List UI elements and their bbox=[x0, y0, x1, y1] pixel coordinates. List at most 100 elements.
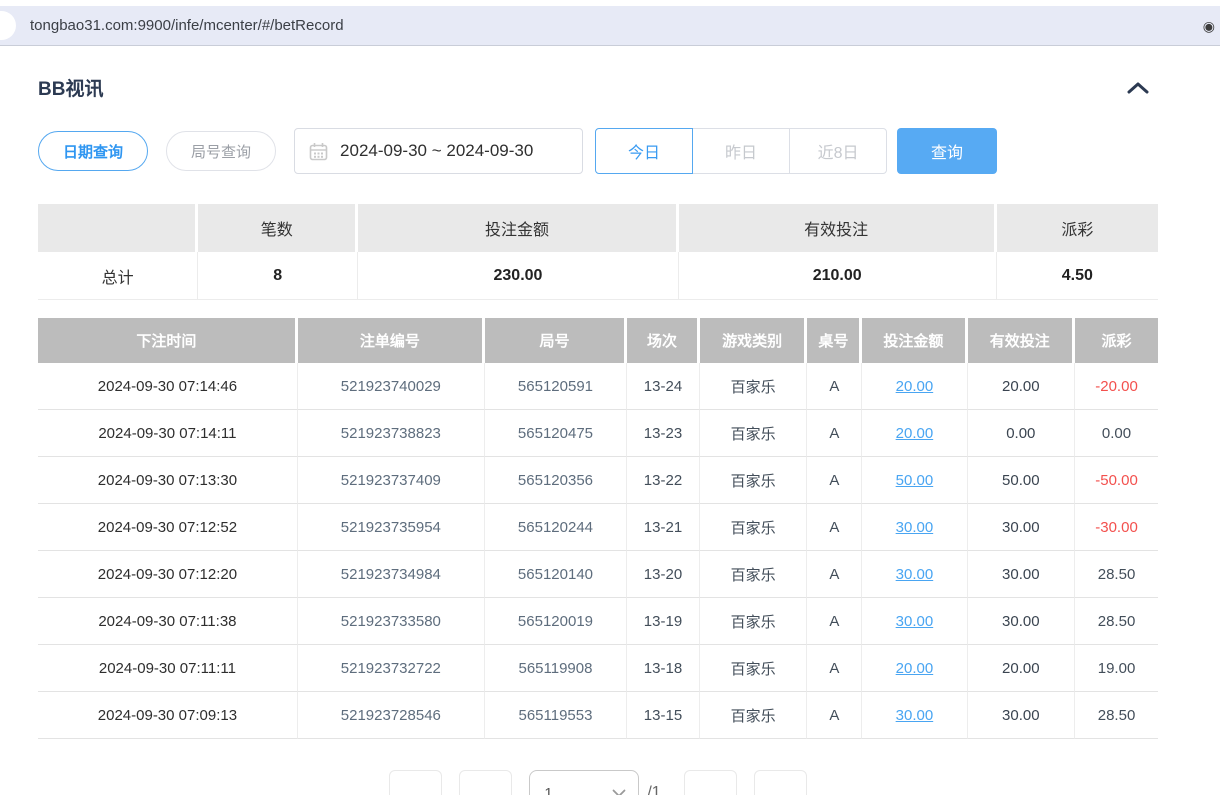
cell-game: 百家乐 bbox=[700, 692, 808, 739]
pagination: ◀◀ ◀ 1 /1 ▶ ▶▶ bbox=[38, 770, 1158, 795]
summary-total-bet-amount: 230.00 bbox=[358, 252, 678, 300]
cell-valid-bet: 20.00 bbox=[968, 363, 1076, 410]
cell-game: 百家乐 bbox=[700, 645, 808, 692]
page-total-label: /1 bbox=[647, 770, 660, 795]
cell-valid-bet: 30.00 bbox=[968, 598, 1076, 645]
cell-session: 13-21 bbox=[627, 504, 700, 551]
cell-table-no: A bbox=[807, 551, 862, 598]
cell-bet-amount: 30.00 bbox=[862, 504, 967, 551]
bet-amount-link[interactable]: 20.00 bbox=[896, 425, 934, 442]
cell-game: 百家乐 bbox=[700, 504, 808, 551]
bet-amount-link[interactable]: 30.00 bbox=[896, 519, 934, 536]
cell-time: 2024-09-30 07:12:20 bbox=[38, 551, 298, 598]
cell-payout: 28.50 bbox=[1075, 551, 1158, 598]
last-page-button[interactable]: ▶▶ bbox=[754, 770, 807, 795]
cell-valid-bet: 0.00 bbox=[968, 410, 1076, 457]
search-button[interactable]: 查询 bbox=[897, 128, 997, 174]
bet-amount-link[interactable]: 20.00 bbox=[896, 660, 934, 677]
table-row: 2024-09-30 07:14:46521923740029565120591… bbox=[38, 363, 1158, 410]
calendar-icon bbox=[309, 142, 328, 161]
cell-payout: 0.00 bbox=[1075, 410, 1158, 457]
cell-round: 565120591 bbox=[485, 363, 627, 410]
page-select-value: 1 bbox=[544, 785, 552, 795]
summary-header-valid-bet: 有效投注 bbox=[679, 204, 997, 252]
cell-valid-bet: 20.00 bbox=[968, 645, 1076, 692]
quick-range-昨日[interactable]: 昨日 bbox=[692, 128, 790, 174]
browser-url-bar: tongbao31.com:9900/infe/mcenter/#/betRec… bbox=[0, 6, 1220, 46]
records-header-cell: 有效投注 bbox=[968, 318, 1076, 363]
cell-session: 13-22 bbox=[627, 457, 700, 504]
table-row: 2024-09-30 07:11:11521923732722565119908… bbox=[38, 645, 1158, 692]
cell-payout: -30.00 bbox=[1075, 504, 1158, 551]
cell-table-no: A bbox=[807, 692, 862, 739]
cell-time: 2024-09-30 07:14:46 bbox=[38, 363, 298, 410]
summary-table: 笔数 投注金额 有效投注 派彩 总计 8 230.00 210.00 4.50 bbox=[38, 204, 1158, 300]
cell-session: 13-20 bbox=[627, 551, 700, 598]
collapse-chevron-icon[interactable] bbox=[1126, 81, 1150, 95]
records-header-cell: 派彩 bbox=[1075, 318, 1158, 363]
summary-header-count: 笔数 bbox=[198, 204, 358, 252]
cell-session: 13-24 bbox=[627, 363, 700, 410]
records-header-cell: 下注时间 bbox=[38, 318, 298, 363]
cell-session: 13-15 bbox=[627, 692, 700, 739]
prev-page-button[interactable]: ◀ bbox=[459, 770, 512, 795]
url-text[interactable]: tongbao31.com:9900/infe/mcenter/#/betRec… bbox=[30, 17, 344, 34]
table-row: 2024-09-30 07:14:11521923738823565120475… bbox=[38, 410, 1158, 457]
first-page-button[interactable]: ◀◀ bbox=[389, 770, 442, 795]
records-header-cell: 注单编号 bbox=[298, 318, 485, 363]
quick-range-今日[interactable]: 今日 bbox=[595, 128, 693, 174]
cell-payout: -50.00 bbox=[1075, 457, 1158, 504]
cell-valid-bet: 50.00 bbox=[968, 457, 1076, 504]
next-page-button[interactable]: ▶ bbox=[684, 770, 737, 795]
cell-table-no: A bbox=[807, 457, 862, 504]
cell-round: 565120475 bbox=[485, 410, 627, 457]
bet-amount-link[interactable]: 30.00 bbox=[896, 707, 934, 724]
cell-bet-amount: 30.00 bbox=[862, 598, 967, 645]
records-header-row: 下注时间注单编号局号场次游戏类别桌号投注金额有效投注派彩 bbox=[38, 318, 1158, 363]
cell-bet-no: 521923740029 bbox=[298, 363, 485, 410]
cell-round: 565120019 bbox=[485, 598, 627, 645]
table-row: 2024-09-30 07:09:13521923728546565119553… bbox=[38, 692, 1158, 739]
records-header-cell: 场次 bbox=[627, 318, 700, 363]
cell-payout: -20.00 bbox=[1075, 363, 1158, 410]
cell-round: 565119908 bbox=[485, 645, 627, 692]
cell-bet-no: 521923734984 bbox=[298, 551, 485, 598]
bet-amount-link[interactable]: 20.00 bbox=[896, 378, 934, 395]
cell-bet-amount: 50.00 bbox=[862, 457, 967, 504]
page-title: BB视讯 bbox=[38, 74, 103, 101]
cell-valid-bet: 30.00 bbox=[968, 504, 1076, 551]
cell-table-no: A bbox=[807, 645, 862, 692]
bet-records-table: 下注时间注单编号局号场次游戏类别桌号投注金额有效投注派彩 2024-09-30 … bbox=[38, 318, 1158, 739]
table-row: 2024-09-30 07:12:20521923734984565120140… bbox=[38, 551, 1158, 598]
cell-round: 565120244 bbox=[485, 504, 627, 551]
round-query-tab[interactable]: 局号查询 bbox=[166, 131, 276, 171]
cell-game: 百家乐 bbox=[700, 551, 808, 598]
panel-header: BB视讯 bbox=[38, 74, 1158, 101]
cell-time: 2024-09-30 07:11:38 bbox=[38, 598, 298, 645]
summary-header-blank bbox=[38, 204, 198, 252]
cell-payout: 19.00 bbox=[1075, 645, 1158, 692]
cell-payout: 28.50 bbox=[1075, 598, 1158, 645]
bet-amount-link[interactable]: 30.00 bbox=[896, 566, 934, 583]
bet-amount-link[interactable]: 30.00 bbox=[896, 613, 934, 630]
cell-bet-no: 521923737409 bbox=[298, 457, 485, 504]
quick-range-近8日[interactable]: 近8日 bbox=[789, 128, 887, 174]
bet-amount-link[interactable]: 50.00 bbox=[896, 472, 934, 489]
cell-bet-amount: 30.00 bbox=[862, 692, 967, 739]
cell-bet-no: 521923732722 bbox=[298, 645, 485, 692]
summary-header-row: 笔数 投注金额 有效投注 派彩 bbox=[38, 204, 1158, 252]
bet-record-panel: BB视讯 日期查询 局号查询 2024-09-30 ~ 2024-09-30 今… bbox=[0, 74, 1220, 795]
cell-bet-amount: 20.00 bbox=[862, 410, 967, 457]
cell-table-no: A bbox=[807, 504, 862, 551]
date-range-input[interactable]: 2024-09-30 ~ 2024-09-30 bbox=[294, 128, 583, 174]
cell-bet-amount: 20.00 bbox=[862, 645, 967, 692]
table-row: 2024-09-30 07:13:30521923737409565120356… bbox=[38, 457, 1158, 504]
cell-table-no: A bbox=[807, 598, 862, 645]
summary-total-valid-bet: 210.00 bbox=[679, 252, 997, 300]
target-icon[interactable]: ◉ bbox=[1203, 19, 1215, 33]
cell-bet-no: 521923735954 bbox=[298, 504, 485, 551]
cell-time: 2024-09-30 07:14:11 bbox=[38, 410, 298, 457]
cell-game: 百家乐 bbox=[700, 457, 808, 504]
page-select[interactable]: 1 bbox=[529, 770, 639, 795]
date-query-tab[interactable]: 日期查询 bbox=[38, 131, 148, 171]
